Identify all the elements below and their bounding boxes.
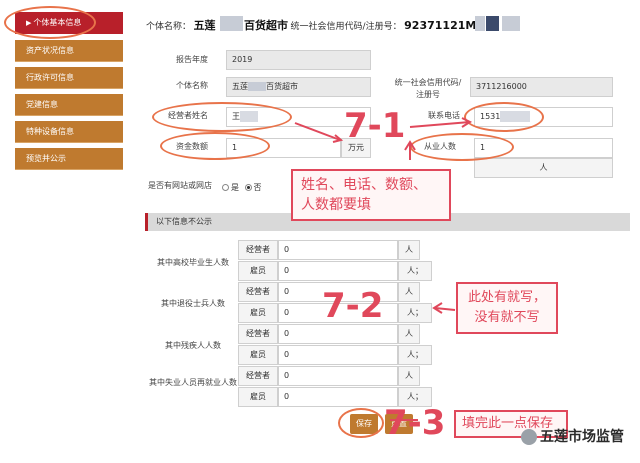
annotation-arrows	[294, 117, 473, 421]
step-1-callout: 姓名、电话、数额、 人数都要填	[291, 169, 451, 221]
step-2-note-line1: 此处有就写，	[467, 290, 546, 305]
arrow-to-phone	[409, 121, 471, 128]
step-2-number: 7-2	[322, 286, 384, 326]
step-3-number: 7-3	[384, 403, 446, 443]
wechat-logo-icon	[521, 429, 537, 445]
step-1-number: 7-1	[344, 106, 406, 146]
watermark-text: 五莲市场监管	[540, 429, 624, 445]
arrow-to-operator	[294, 122, 341, 141]
step-1-note-line2: 人数都要填	[301, 197, 371, 213]
step-1-note-line1: 姓名、电话、数额、	[301, 177, 427, 193]
step-2-callout: 此处有就写， 没有就不写	[456, 282, 558, 334]
watermark: 五莲市场监管	[521, 426, 624, 446]
step-2-note-line2: 没有就不写	[474, 310, 540, 325]
